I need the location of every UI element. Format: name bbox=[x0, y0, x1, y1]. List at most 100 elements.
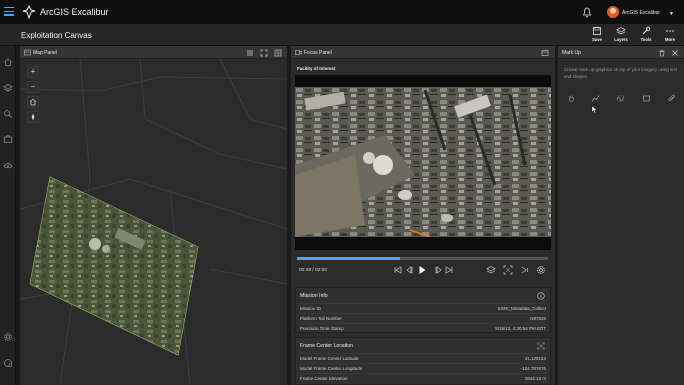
page-title: Exploitation Canvas bbox=[21, 31, 92, 40]
markup-panel: Mark Up Create mark up graphics on top o… bbox=[558, 46, 684, 385]
chevron-down-icon[interactable]: ▼ bbox=[669, 11, 674, 17]
basemap: · bbox=[20, 59, 287, 385]
rectangle-icon[interactable] bbox=[642, 94, 651, 103]
hand-pan-icon[interactable] bbox=[567, 94, 576, 103]
layers-label: Layers bbox=[614, 37, 628, 42]
save-icon bbox=[593, 27, 601, 35]
row-value: N97826 bbox=[530, 316, 546, 321]
home-icon[interactable] bbox=[3, 57, 13, 67]
step-forward-icon[interactable] bbox=[434, 265, 444, 275]
layers-icon[interactable] bbox=[3, 83, 13, 93]
focus-panel-header: Focus Panel bbox=[291, 46, 555, 59]
markup-panel-title: Mark Up bbox=[562, 50, 581, 56]
focus-panel-title: Focus Panel bbox=[304, 50, 332, 56]
close-icon[interactable] bbox=[671, 49, 679, 57]
upload-cloud-icon[interactable] bbox=[3, 160, 13, 170]
table-row: Frame Center Elevation 1844.13 m bbox=[300, 373, 546, 382]
video-icon bbox=[295, 50, 302, 55]
svg-text:·: · bbox=[218, 179, 219, 183]
default-extent-button[interactable] bbox=[27, 96, 39, 108]
map-panel-title: Map Panel bbox=[33, 50, 57, 56]
cursor-icon bbox=[591, 105, 598, 114]
table-row: Platform Tail Number N97826 bbox=[300, 313, 546, 322]
frame-step-icon[interactable] bbox=[520, 265, 530, 275]
map-icon bbox=[24, 49, 31, 56]
freehand-icon[interactable] bbox=[616, 94, 625, 103]
aerial-imagery bbox=[295, 87, 551, 250]
save-label: Save bbox=[592, 37, 602, 42]
briefcase-icon[interactable] bbox=[3, 134, 13, 144]
time-readout: 00:49 / 02:00 bbox=[299, 268, 328, 273]
row-key: Platform Tail Number bbox=[300, 316, 342, 321]
more-button[interactable]: More bbox=[659, 26, 681, 44]
skip-forward-icon[interactable] bbox=[444, 265, 454, 275]
video-timeline[interactable] bbox=[297, 257, 548, 260]
table-row: Precision Time Stamp 9/19/12, 4:30:54 PM … bbox=[300, 323, 546, 332]
grid-icon[interactable] bbox=[274, 49, 282, 57]
delete-icon[interactable] bbox=[658, 49, 666, 57]
video-frame[interactable] bbox=[295, 75, 551, 250]
search-icon[interactable] bbox=[3, 109, 13, 119]
row-key: Frame Center Elevation bbox=[300, 376, 348, 381]
info-icon[interactable] bbox=[537, 292, 545, 300]
more-icon bbox=[666, 30, 674, 32]
expand-icon[interactable] bbox=[260, 49, 268, 57]
window-icon[interactable] bbox=[541, 49, 549, 57]
list-icon[interactable] bbox=[246, 49, 254, 57]
frame-center-title: Frame Center Location bbox=[300, 343, 354, 349]
tools-button[interactable]: Tools bbox=[635, 26, 657, 44]
more-label: More bbox=[664, 37, 675, 42]
row-key: Precision Time Stamp bbox=[300, 326, 344, 331]
excalibur-logo-icon bbox=[22, 5, 36, 19]
layers-button[interactable]: Layers bbox=[610, 26, 632, 44]
page-header: Exploitation Canvas Save Layers Tools Mo… bbox=[0, 24, 684, 46]
compass-button[interactable] bbox=[27, 111, 39, 123]
frame-center-section: Frame Center Location Model Frame Center… bbox=[295, 337, 551, 385]
app-name: ArcGIS Excalibur bbox=[40, 7, 109, 17]
settings-icon[interactable] bbox=[536, 265, 546, 275]
attachment-icon[interactable] bbox=[667, 94, 676, 103]
notifications-bell-icon[interactable] bbox=[582, 7, 592, 18]
row-value: 9/19/12, 4:30:54 PM EDT bbox=[495, 326, 546, 331]
settings-gear-icon[interactable] bbox=[3, 332, 13, 342]
layers-icon bbox=[616, 27, 626, 35]
row-key: Mission ID bbox=[300, 306, 322, 311]
table-row: Mission ID ESRI_Metadata_Collect bbox=[300, 303, 546, 312]
zoom-out-button[interactable]: − bbox=[27, 81, 39, 93]
row-value: 41.129153 bbox=[524, 356, 546, 361]
zoom-in-button[interactable]: + bbox=[27, 66, 39, 78]
table-row: Model Frame Center Latitude 41.129153 bbox=[300, 353, 546, 362]
mission-info-section: Mission Info Mission ID ESRI_Metadata_Col… bbox=[295, 287, 551, 333]
row-key: Model Frame Center Longitude bbox=[300, 366, 363, 371]
top-bar: ArcGIS Excalibur ArcGIS Excalibur ▼ bbox=[0, 0, 684, 24]
focus-subtitle: Facility of Interest bbox=[297, 66, 336, 71]
home-icon bbox=[29, 98, 37, 106]
layers-stack-icon[interactable] bbox=[486, 265, 496, 275]
polyline-icon[interactable] bbox=[591, 94, 600, 103]
focus-panel: Focus Panel Facility of Interest 00:49 /… bbox=[291, 46, 555, 385]
markup-description: Create mark up graphics on top of your i… bbox=[564, 67, 677, 79]
table-row: Model Frame Center Longitude -104.767676 bbox=[300, 363, 546, 372]
timeline-progress bbox=[297, 257, 400, 260]
save-button[interactable]: Save bbox=[586, 26, 608, 44]
play-icon[interactable] bbox=[417, 265, 427, 275]
row-value: -104.767676 bbox=[520, 366, 546, 371]
row-value: ESRI_Metadata_Collect bbox=[497, 306, 546, 311]
tools-icon bbox=[642, 26, 651, 35]
left-rail bbox=[0, 46, 16, 385]
crop-icon[interactable] bbox=[503, 265, 513, 275]
skip-back-icon[interactable] bbox=[393, 265, 403, 275]
user-name[interactable]: ArcGIS Excalibur bbox=[622, 10, 660, 16]
mission-info-title: Mission Info bbox=[300, 293, 328, 299]
help-icon[interactable] bbox=[3, 358, 13, 368]
tools-label: Tools bbox=[640, 37, 652, 42]
markup-panel-header: Mark Up bbox=[558, 46, 684, 59]
row-value: 1844.13 m bbox=[524, 376, 546, 381]
map-panel-header: Map Panel bbox=[20, 46, 287, 59]
step-back-icon[interactable] bbox=[404, 265, 414, 275]
avatar[interactable] bbox=[607, 6, 619, 18]
compass-icon bbox=[31, 113, 35, 121]
menu-icon[interactable] bbox=[4, 7, 14, 17]
map-view[interactable]: · + − bbox=[20, 59, 287, 385]
crosshair-icon[interactable] bbox=[537, 342, 545, 350]
